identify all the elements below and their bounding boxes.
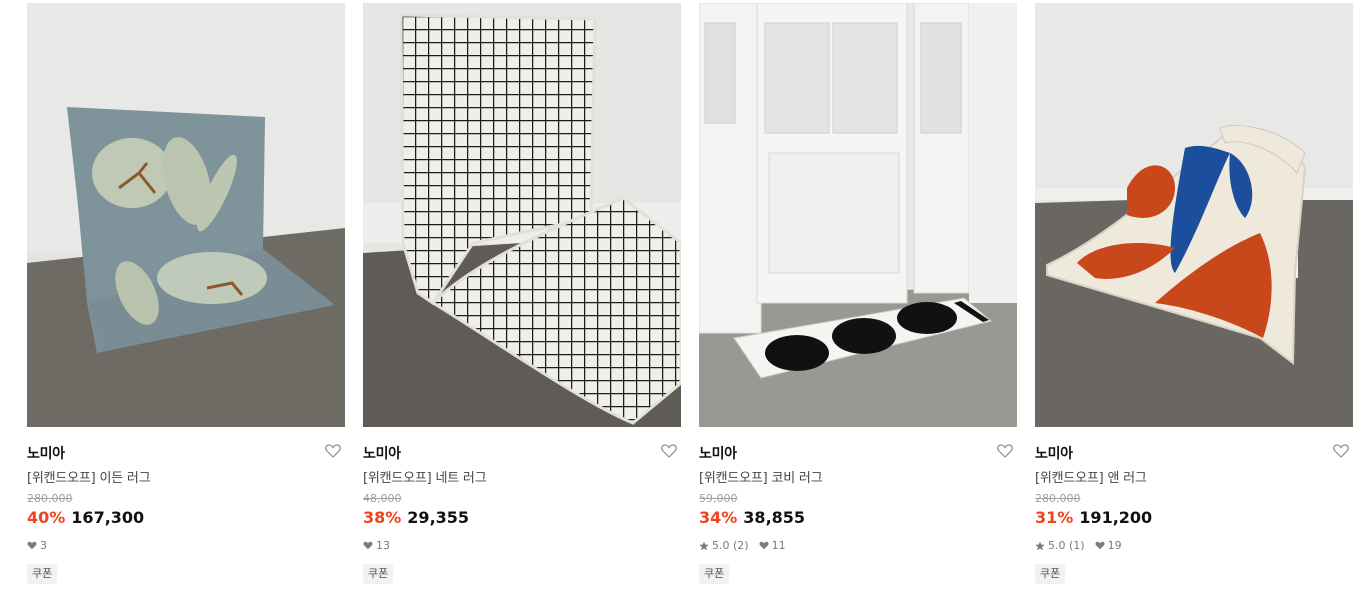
- original-price: 48,000: [363, 492, 402, 505]
- product-image[interactable]: [699, 3, 1017, 427]
- product-name[interactable]: [위캔드오프] 코비 러그: [699, 467, 823, 486]
- sale-price: 167,300: [71, 508, 145, 527]
- product-name[interactable]: [위캔드오프] 앤 러그: [1035, 467, 1147, 486]
- product-meta: 5.0 (2) 11: [699, 539, 796, 552]
- product-image[interactable]: [363, 3, 681, 427]
- likes: 19: [1095, 539, 1122, 552]
- rating: 5.0 (2): [699, 539, 749, 552]
- product-grid: 노미아 [위캔드오프] 이든 러그 280,000 40% 167,300 3 쿠…: [27, 3, 1353, 603]
- likes: 3: [27, 539, 47, 552]
- product-card[interactable]: 노미아 [위캔드오프] 코비 러그 59,000 34% 38,855 5.0 (…: [699, 3, 1017, 603]
- star-icon: [1035, 541, 1045, 550]
- brand-name[interactable]: 노미아: [699, 443, 737, 463]
- rating: 5.0 (1): [1035, 539, 1085, 552]
- discount-rate: 34%: [699, 508, 738, 527]
- product-image[interactable]: [27, 3, 345, 427]
- product-name[interactable]: [위캔드오프] 네트 러그: [363, 467, 487, 486]
- product-card[interactable]: 노미아 [위캔드오프] 이든 러그 280,000 40% 167,300 3 쿠…: [27, 3, 345, 603]
- brand-name[interactable]: 노미아: [1035, 443, 1073, 463]
- likes-count: 3: [40, 539, 47, 552]
- heart-outline-icon[interactable]: [325, 443, 343, 459]
- discount-rate: 31%: [1035, 508, 1074, 527]
- product-meta: 3: [27, 539, 57, 552]
- product-image[interactable]: [1035, 3, 1353, 427]
- heart-filled-icon: [759, 541, 769, 550]
- heart-outline-icon[interactable]: [661, 443, 679, 459]
- likes: 13: [363, 539, 390, 552]
- star-icon: [699, 541, 709, 550]
- product-card[interactable]: 노미아 [위캔드오프] 네트 러그 48,000 38% 29,355 13 쿠폰: [363, 3, 681, 603]
- sale-price: 38,855: [743, 508, 806, 527]
- product-card[interactable]: 노미아 [위캔드오프] 앤 러그 280,000 31% 191,200 5.0 …: [1035, 3, 1353, 603]
- heart-filled-icon: [1095, 541, 1105, 550]
- discount-rate: 38%: [363, 508, 402, 527]
- discount-rate: 40%: [27, 508, 66, 527]
- original-price: 59,000: [699, 492, 738, 505]
- brand-name[interactable]: 노미아: [363, 443, 401, 463]
- product-name[interactable]: [위캔드오프] 이든 러그: [27, 467, 151, 486]
- brand-name[interactable]: 노미아: [27, 443, 65, 463]
- original-price: 280,000: [27, 492, 73, 505]
- coupon-badge: 쿠폰: [27, 564, 58, 584]
- likes-count: 19: [1107, 539, 1122, 552]
- likes: 11: [759, 539, 786, 552]
- price-row: 40% 167,300: [27, 508, 144, 527]
- price-row: 38% 29,355: [363, 508, 469, 527]
- coupon-badge: 쿠폰: [1035, 564, 1066, 584]
- product-meta: 13: [363, 539, 400, 552]
- product-meta: 5.0 (1) 19: [1035, 539, 1132, 552]
- price-row: 34% 38,855: [699, 508, 805, 527]
- likes-count: 11: [771, 539, 786, 552]
- coupon-badge: 쿠폰: [363, 564, 394, 584]
- coupon-badge: 쿠폰: [699, 564, 730, 584]
- original-price: 280,000: [1035, 492, 1081, 505]
- rating-value: 5.0 (2): [712, 539, 749, 552]
- heart-filled-icon: [363, 541, 373, 550]
- likes-count: 13: [376, 539, 390, 552]
- sale-price: 29,355: [407, 508, 470, 527]
- heart-outline-icon[interactable]: [1333, 443, 1351, 459]
- price-row: 31% 191,200: [1035, 508, 1152, 527]
- heart-filled-icon: [27, 541, 37, 550]
- sale-price: 191,200: [1079, 508, 1153, 527]
- heart-outline-icon[interactable]: [997, 443, 1015, 459]
- rating-value: 5.0 (1): [1048, 539, 1085, 552]
